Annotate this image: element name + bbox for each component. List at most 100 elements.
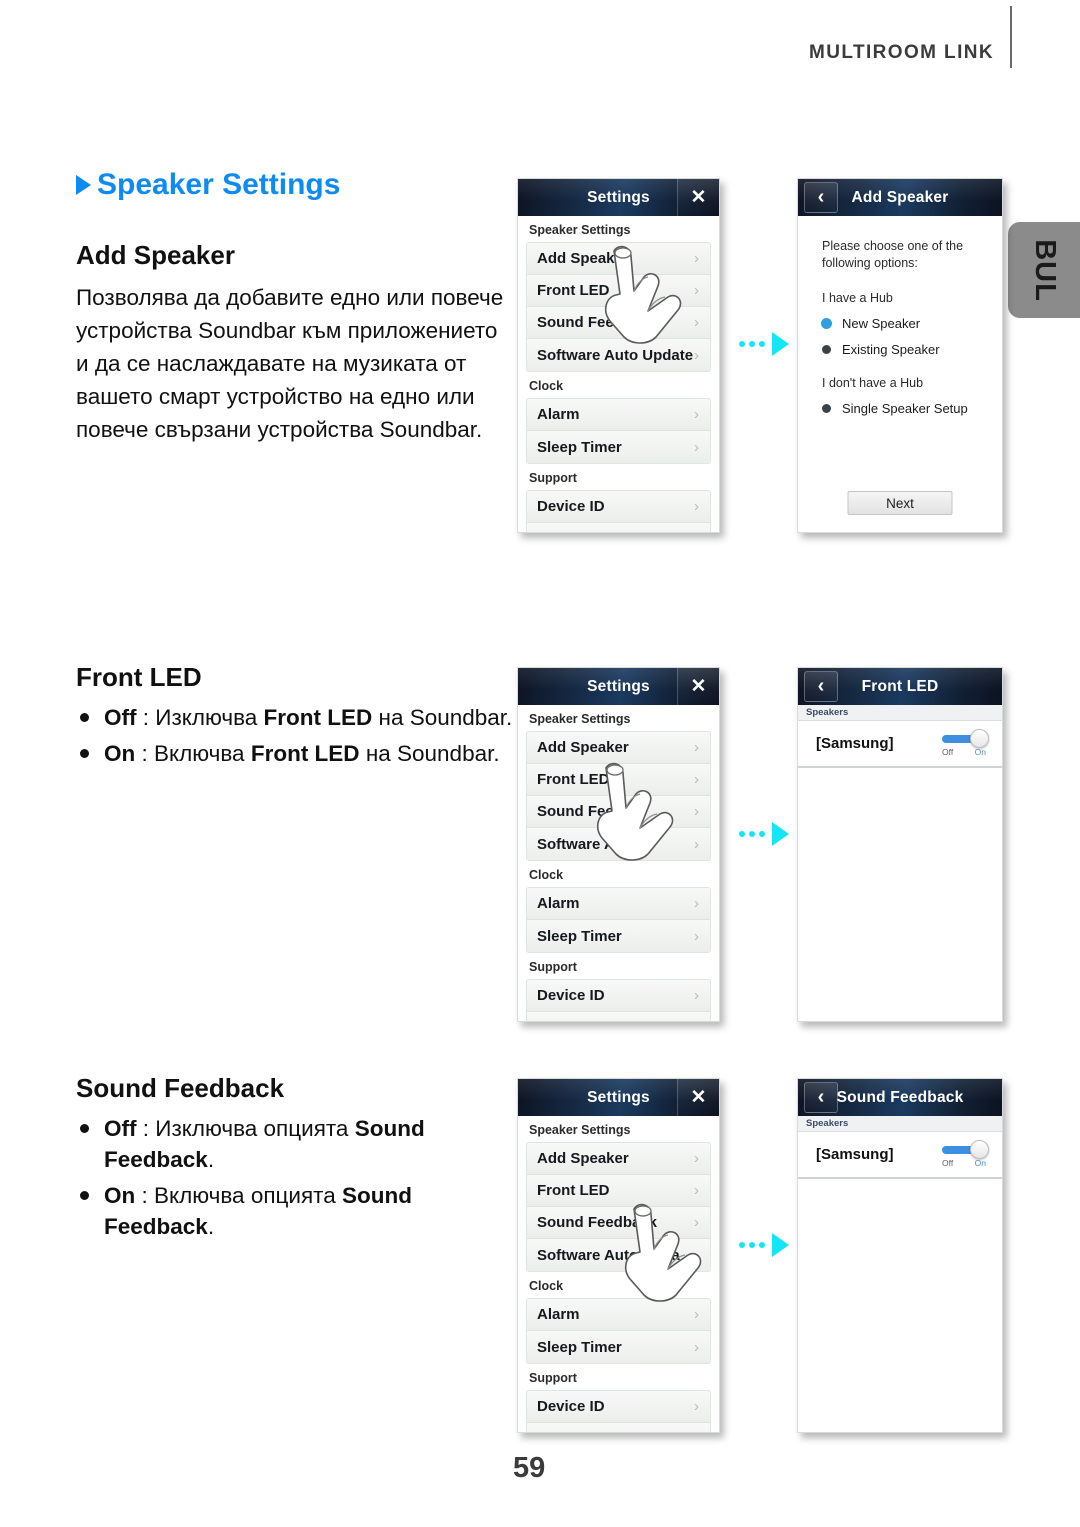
close-icon[interactable]: ✕ [677,668,719,705]
settings-row-contact-samsung[interactable]: Contact Samsung › [527,523,710,532]
chevron-left-icon[interactable]: ‹ [804,1082,838,1113]
settings-row-alarm[interactable]: Alarm › [527,1299,710,1331]
list-item: On : Включва Front LED на Soundbar. [76,738,516,769]
settings-row-contact-samsung[interactable]: Contact Samsung › [527,1423,710,1433]
chevron-right-icon: › [694,835,699,853]
settings-row-add-speaker[interactable]: Add Speaker › [527,1143,710,1175]
group-label: Speaker Settings [529,712,631,726]
front-led-toggle[interactable]: Off On [942,729,989,757]
flow-arrow-1 [739,332,789,356]
settings-row-device-id[interactable]: Device ID › [527,1391,710,1423]
manual-page: MULTIROOM LINK BUL Speaker Settings Add … [0,0,1080,1527]
sound-feedback-device-row[interactable]: [Samsung] Off On [798,1132,1002,1179]
settings-row-sound-feedback[interactable]: Sound Feedback › [527,1207,710,1239]
settings-title: Settings [587,677,650,695]
bullet-text-a: Включва [154,741,251,766]
chevron-right-icon: › [694,1246,699,1264]
next-button[interactable]: Next [847,491,953,515]
row-label: Sleep Timer [537,438,622,456]
close-icon[interactable]: ✕ [677,1079,719,1116]
chevron-right-icon: › [694,282,699,299]
toggle-track [942,1140,989,1159]
section-title-label: Speaker Settings [97,168,341,201]
front-led-title: Front LED [861,677,939,695]
toggle-captions: Off On [942,1158,986,1168]
radio-option-existing-speaker[interactable]: Existing Speaker [822,342,978,357]
group-label: Speaker Settings [529,223,631,237]
chevron-right-icon: › [694,927,699,945]
arrow-dot [749,831,755,837]
flow-arrow-3 [739,1233,789,1257]
settings-row-contact-samsung[interactable]: Contact Samsung › [527,1012,710,1021]
sound-feedback-screen[interactable]: ‹ Sound Feedback Speakers [Samsung] Off … [797,1078,1003,1433]
flow-arrow-2 [739,822,789,846]
add-speaker-screen[interactable]: ‹ Add Speaker Please choose one of the f… [797,178,1003,533]
toggle-thumb[interactable] [970,729,989,748]
bullet-text-b: . [207,1147,215,1172]
settings-row-sleep-timer[interactable]: Sleep Timer › [527,920,710,952]
front-led-device-row[interactable]: [Samsung] Off On [798,721,1002,768]
header-title: MULTIROOM LINK [809,42,994,63]
bullet-state: Off [104,705,137,730]
chevron-left-icon[interactable]: ‹ [804,182,838,213]
settings-row-front-led[interactable]: Front LED › [527,275,710,307]
settings-row-alarm[interactable]: Alarm › [527,888,710,920]
row-label: Sound Feedback [537,1214,658,1231]
front-led-screen[interactable]: ‹ Front LED Speakers [Samsung] Off On [797,667,1003,1022]
settings-row-sleep-timer[interactable]: Sleep Timer › [527,431,710,463]
chevron-right-icon: › [694,406,699,423]
settings-row-front-led[interactable]: Front LED › [527,1175,710,1207]
sound-feedback-title: Sound Feedback [836,1088,964,1106]
chevron-right-icon: › [694,1431,699,1433]
radio-label: New Speaker [842,316,921,331]
chevron-right-icon: › [694,987,699,1004]
settings-row-sound-feedback[interactable]: Sound Feedback › [527,307,710,339]
settings-row-device-id[interactable]: Device ID › [527,980,710,1012]
settings-title-bar: Settings ✕ [518,1079,719,1116]
settings-screen-2[interactable]: Settings ✕ Speaker Settings Add Speaker … [517,667,720,1022]
bullets-front-led: Off : Изключва Front LED на Soundbar. On… [76,702,516,774]
settings-group-speaker: Add Speaker › Front LED › Sound Feedback… [526,1142,711,1272]
front-led-title-bar: ‹ Front LED [798,668,1002,705]
settings-row-add-speaker[interactable]: Add Speaker › [527,243,710,275]
device-name: [Samsung] [816,735,894,752]
row-label: Sound Feedba [537,803,641,820]
row-label: Alarm [537,1306,580,1323]
row-label: Device ID [537,498,605,515]
settings-row-software-auto-update[interactable]: Software Auto U › [527,828,710,860]
toggle-thumb[interactable] [970,1140,989,1159]
arrow-dot [739,831,745,837]
row-label: Sound Feedback [537,314,658,331]
settings-row-add-speaker[interactable]: Add Speaker › [527,732,710,764]
add-speaker-title: Add Speaker [851,188,949,206]
row-label: Software Auto U [537,835,654,853]
settings-row-software-auto-update[interactable]: Software Auto Upda › [527,1239,710,1271]
toggle-captions: Off On [942,747,986,757]
chevron-right-icon: › [694,314,699,331]
toggle-on-label: On [974,747,986,757]
row-label: Contact Samsung [537,1431,665,1433]
bullet-text-a: Включва опцията [154,1183,342,1208]
settings-screen-1[interactable]: Settings ✕ Speaker Settings Add Speaker … [517,178,720,533]
chevron-right-icon: › [694,250,699,267]
arrow-dot [759,831,765,837]
radio-icon [822,404,831,413]
radio-option-single-speaker-setup[interactable]: Single Speaker Setup [822,401,978,416]
settings-screen-3[interactable]: Settings ✕ Speaker Settings Add Speaker … [517,1078,720,1433]
settings-row-front-led[interactable]: Front LED › [527,764,710,796]
close-icon[interactable]: ✕ [677,179,719,216]
bullet-state: Off [104,1116,137,1141]
settings-row-alarm[interactable]: Alarm › [527,399,710,431]
chevron-left-icon[interactable]: ‹ [804,671,838,702]
settings-row-sleep-timer[interactable]: Sleep Timer › [527,1331,710,1363]
settings-row-software-auto-update[interactable]: Software Auto Update › [527,339,710,371]
settings-row-device-id[interactable]: Device ID › [527,491,710,523]
radio-icon [822,319,831,328]
chevron-right-icon: › [694,1150,699,1167]
sound-feedback-toggle[interactable]: Off On [942,1140,989,1168]
radio-option-new-speaker[interactable]: New Speaker [822,316,978,331]
settings-group-clock: Alarm › Sleep Timer › [526,398,711,464]
row-label: Device ID [537,987,605,1004]
triangle-bullet-icon [76,175,91,195]
settings-row-sound-feedback[interactable]: Sound Feedba › [527,796,710,828]
